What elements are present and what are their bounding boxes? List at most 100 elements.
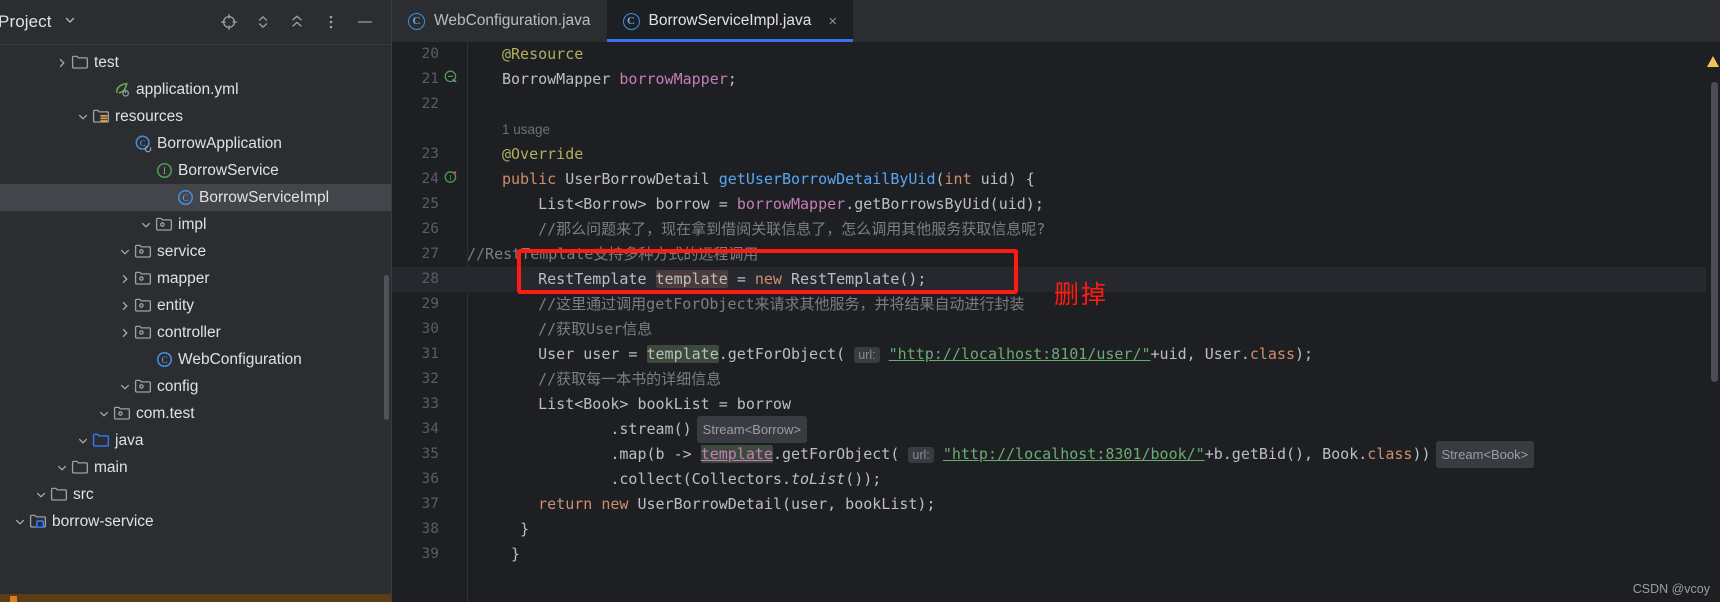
tree-item-main[interactable]: main: [0, 454, 392, 481]
project-tool-window: Project test application.yml resources C…: [0, 0, 392, 602]
source-folder-icon: [90, 431, 112, 450]
tree-item-label: BorrowServiceImpl: [199, 188, 330, 206]
code-line[interactable]: 21 BorrowMapper borrowMapper;: [392, 67, 1720, 92]
code-line[interactable]: 20 @Resource: [392, 42, 1720, 67]
code-line-text: //那么问题来了，现在拿到借阅关联信息了，怎么调用其他服务获取信息呢?: [538, 220, 1046, 238]
chevron-right-icon[interactable]: [54, 49, 69, 76]
chevron-right-icon[interactable]: [117, 265, 132, 292]
warning-marker-icon[interactable]: [1707, 56, 1719, 67]
code-line[interactable]: 27 //RestTemplate支持多种方式的远程调用: [392, 242, 1720, 267]
chevron-down-icon[interactable]: [12, 508, 27, 535]
tree-item-label: controller: [157, 323, 221, 341]
chevron-right-icon[interactable]: [117, 319, 132, 346]
tree-item-entity[interactable]: entity: [0, 292, 392, 319]
implementing-interface-icon[interactable]: I: [444, 167, 464, 192]
line-number: 39: [421, 546, 439, 562]
project-tree-scrollbar[interactable]: [384, 275, 389, 420]
java-class-icon: C: [174, 188, 196, 207]
code-line[interactable]: 23 @Override: [392, 142, 1720, 167]
close-tab-icon[interactable]: ×: [828, 14, 837, 29]
chevron-down-icon[interactable]: [117, 373, 132, 400]
editor-right-rail[interactable]: [1706, 42, 1720, 602]
tree-item-controller[interactable]: controller: [0, 319, 392, 346]
code-line[interactable]: 38 }: [392, 517, 1720, 542]
code-line[interactable]: 35 .map(b -> template.getForObject( url:…: [392, 441, 1720, 468]
line-number: 37: [421, 496, 439, 512]
project-tree[interactable]: test application.yml resources C BorrowAppli…: [0, 45, 392, 602]
collapse-all-icon[interactable]: [288, 13, 306, 31]
package-icon: [132, 323, 154, 342]
line-number: 21: [421, 71, 439, 87]
tree-item-src[interactable]: src: [0, 481, 392, 508]
code-line[interactable]: 26 //那么问题来了，现在拿到借阅关联信息了，怎么调用其他服务获取信息呢?: [392, 217, 1720, 242]
line-number: 22: [421, 96, 439, 112]
project-panel-title[interactable]: Project: [0, 12, 76, 32]
line-number: 28: [421, 271, 439, 287]
code-line[interactable]: 39 }: [392, 542, 1720, 567]
chevron-down-icon[interactable]: [75, 427, 90, 454]
chevron-down-icon[interactable]: [138, 211, 153, 238]
code-line[interactable]: 22: [392, 92, 1720, 117]
chevron-down-icon[interactable]: [33, 481, 48, 508]
code-line[interactable]: 36 .collect(Collectors.toList());: [392, 467, 1720, 492]
tree-item-resources[interactable]: resources: [0, 103, 392, 130]
code-line-text: List<Book> bookList = borrow: [538, 395, 791, 413]
chevron-down-icon[interactable]: [117, 238, 132, 265]
chevron-down-icon[interactable]: [64, 14, 76, 29]
editor-area: C WebConfiguration.java C BorrowServiceImpl…: [392, 0, 1720, 602]
code-line[interactable]: 34 .stream() Stream<Borrow>: [392, 416, 1720, 443]
code-content[interactable]: 20 @Resource 21 BorrowMapper borrowMapper; 2…: [392, 42, 1720, 602]
code-line[interactable]: 37 return new UserBorrowDetail(user, boo…: [392, 492, 1720, 517]
line-number: 29: [421, 296, 439, 312]
package-icon: [111, 404, 133, 423]
code-editor[interactable]: 20 @Resource 21 BorrowMapper borrowMapper; 2…: [392, 42, 1720, 602]
tree-item-impl[interactable]: impl: [0, 211, 392, 238]
tree-item-application-yml[interactable]: application.yml: [0, 76, 392, 103]
chevron-down-icon[interactable]: [96, 400, 111, 427]
line-number: 33: [421, 396, 439, 412]
code-line[interactable]: 30 //获取User信息: [392, 317, 1720, 342]
tree-item-test[interactable]: test: [0, 49, 392, 76]
chevron-right-icon[interactable]: [117, 292, 132, 319]
line-number: 24: [421, 171, 439, 187]
code-line[interactable]: 33 List<Book> bookList = borrow: [392, 392, 1720, 417]
chevron-down-icon[interactable]: [54, 454, 69, 481]
locate-icon[interactable]: [220, 13, 238, 31]
bottom-tool-strip[interactable]: [0, 594, 392, 602]
svg-text:I: I: [163, 166, 166, 176]
package-icon: [132, 242, 154, 261]
line-number: 34: [421, 421, 439, 437]
tree-item-webconfiguration[interactable]: C WebConfiguration: [0, 346, 392, 373]
editor-tab-borrowserviceimpl[interactable]: C BorrowServiceImpl.java ×: [606, 0, 854, 42]
code-line[interactable]: 31 User user = template.getForObject( ur…: [392, 342, 1720, 367]
code-line[interactable]: 25 List<Borrow> borrow = borrowMapper.ge…: [392, 192, 1720, 217]
code-line-text: public UserBorrowDetail getUserBorrowDet…: [502, 170, 1035, 188]
tree-item-borrowapplication[interactable]: C BorrowApplication: [0, 130, 392, 157]
editor-tab-webconfiguration[interactable]: C WebConfiguration.java: [392, 0, 607, 42]
code-line-text: .map(b -> template.getForObject( url: "h…: [610, 444, 1431, 463]
line-number: 31: [421, 346, 439, 362]
editor-scrollbar[interactable]: [1711, 82, 1718, 382]
code-line[interactable]: 24 Ipublic UserBorrowDetail getUserBorrow…: [392, 167, 1720, 192]
hide-window-icon[interactable]: [356, 13, 374, 31]
type-inlay-hint: Stream<Book>: [1435, 441, 1535, 468]
run-indicator-icon: [10, 596, 17, 602]
code-line[interactable]: 32 //获取每一本书的详细信息: [392, 367, 1720, 392]
line-number: 23: [421, 146, 439, 162]
tree-item-borrow-service[interactable]: borrow-service: [0, 508, 392, 535]
tree-item-mapper[interactable]: mapper: [0, 265, 392, 292]
code-line-text: //RestTemplate支持多种方式的远程调用: [467, 245, 759, 263]
tree-item-com-test[interactable]: com.test: [0, 400, 392, 427]
expand-collapse-icon[interactable]: [254, 13, 272, 31]
tree-item-service[interactable]: service: [0, 238, 392, 265]
tree-item-java[interactable]: java: [0, 427, 392, 454]
more-options-icon[interactable]: [322, 13, 340, 31]
java-interface-icon: I: [153, 161, 175, 180]
implementing-method-icon[interactable]: [444, 67, 464, 92]
tree-item-label: src: [73, 485, 94, 503]
tree-item-borrowserviceimpl[interactable]: C BorrowServiceImpl: [0, 184, 392, 211]
tree-item-config[interactable]: config: [0, 373, 392, 400]
tree-item-label: mapper: [157, 269, 210, 287]
chevron-down-icon[interactable]: [75, 103, 90, 130]
tree-item-borrowservice[interactable]: I BorrowService: [0, 157, 392, 184]
